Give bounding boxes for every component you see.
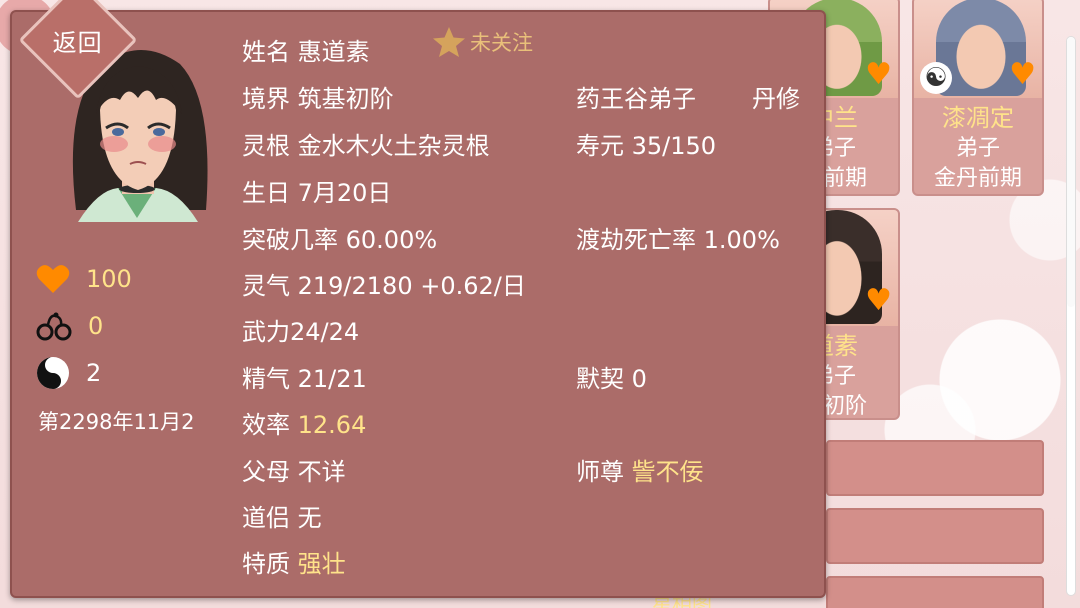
yin-yang-icon xyxy=(37,357,69,389)
character-info-panel: 返回 100 0 2 第2298年11月2 姓名 惠道素 未关注 境界 筑基初阶… xyxy=(10,0,826,598)
list-bar[interactable] xyxy=(826,576,1044,608)
heart-icon xyxy=(36,265,70,293)
trait-value[interactable]: 强壮 xyxy=(298,550,346,578)
master-field: 师尊 訾不佞 xyxy=(576,452,704,487)
game-date: 第2298年11月2 xyxy=(38,410,195,434)
scroll-thumb[interactable] xyxy=(1067,37,1075,307)
name-field: 姓名 惠道素 xyxy=(242,38,370,66)
breakthrough-field: 突破几率 60.00% xyxy=(242,226,438,254)
disciple-rank: 金丹前期 xyxy=(933,166,1022,191)
list-bar[interactable] xyxy=(826,440,1044,496)
daoyin-stat: 2 xyxy=(36,356,101,390)
favor-stat: 100 xyxy=(36,264,132,294)
follow-label: 未关注 xyxy=(470,31,533,55)
parents-field: 父母 不详 xyxy=(242,458,346,486)
star-icon xyxy=(433,27,465,57)
master-value[interactable]: 訾不佞 xyxy=(632,458,704,486)
essence-field: 精气 21/21 xyxy=(242,365,367,393)
spirit-root-field: 灵根 金水木火土杂灵根 xyxy=(242,132,490,160)
disciple-name: 漆凋定 xyxy=(942,104,1014,132)
tribulation-field: 渡劫死亡率 1.00% xyxy=(576,226,780,254)
heart-icon: ♥ xyxy=(865,283,892,318)
sect-field: 药王谷弟子 xyxy=(576,85,696,113)
realm-field: 境界 筑基初阶 xyxy=(242,85,394,113)
back-button-label: 返回 xyxy=(53,28,103,57)
trait-label: 特质 xyxy=(242,550,290,578)
daoyin-value: 2 xyxy=(86,359,102,387)
birthday-field: 生日 7月20日 xyxy=(242,179,392,207)
efficiency-label: 效率 xyxy=(242,411,290,439)
disciple-card[interactable]: ☯ ♥ 漆凋定 弟子 金丹前期 xyxy=(912,0,1044,196)
scrollbar[interactable] xyxy=(1066,36,1076,596)
lifespan-field: 寿元 35/150 xyxy=(576,132,717,160)
tacit-field: 默契 0 xyxy=(576,365,647,393)
heart-icon: ♥ xyxy=(865,57,892,92)
trait-field: 特质 强壮 xyxy=(242,544,346,579)
follow-toggle[interactable]: 未关注 xyxy=(432,26,533,58)
handcuffs-icon xyxy=(36,312,72,341)
heart-icon: ♥ xyxy=(1009,57,1036,92)
yin-yang-icon: ☯ xyxy=(920,62,952,94)
partner-field: 道侣 无 xyxy=(242,504,322,532)
efficiency-value: 12.64 xyxy=(297,411,367,439)
disciple-role: 弟子 xyxy=(955,136,1000,161)
spirit-qi-field: 灵气 219/2180 +0.62/日 xyxy=(242,272,526,300)
bond-value: 0 xyxy=(88,312,104,340)
profession-field: 丹修 xyxy=(752,85,800,113)
master-label: 师尊 xyxy=(576,458,624,486)
efficiency-field: 效率 12.64 xyxy=(242,405,366,440)
favor-value: 100 xyxy=(86,265,132,293)
force-field: 武力24/24 xyxy=(242,318,360,346)
bond-stat: 0 xyxy=(36,310,103,342)
list-bar[interactable] xyxy=(826,508,1044,564)
